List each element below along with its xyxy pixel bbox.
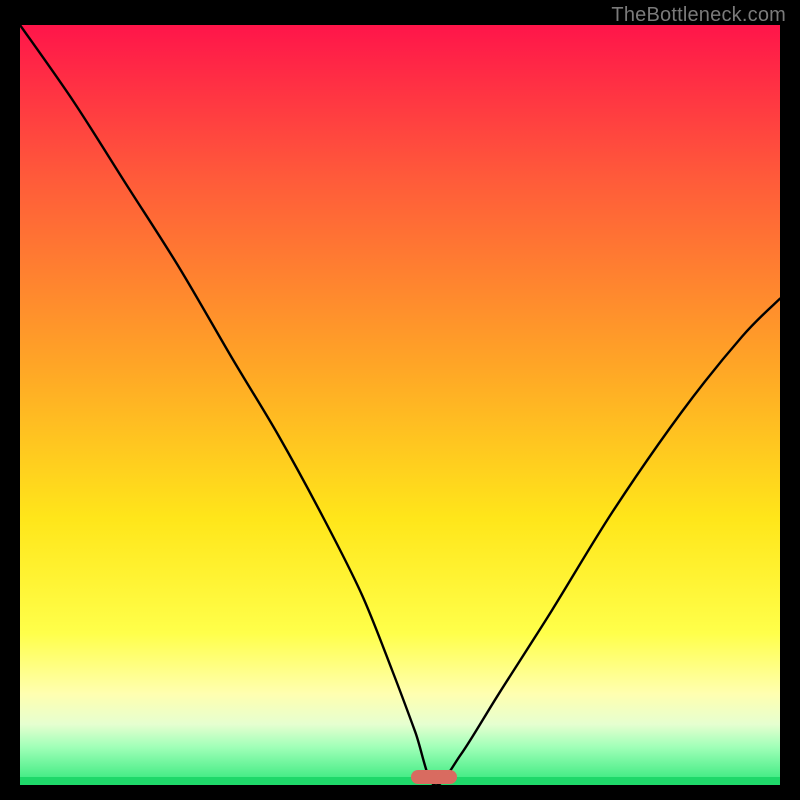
bottleneck-curve [20, 25, 780, 785]
watermark-text: TheBottleneck.com [611, 4, 786, 27]
chart-frame [20, 25, 780, 785]
optimal-point-marker [411, 770, 457, 784]
